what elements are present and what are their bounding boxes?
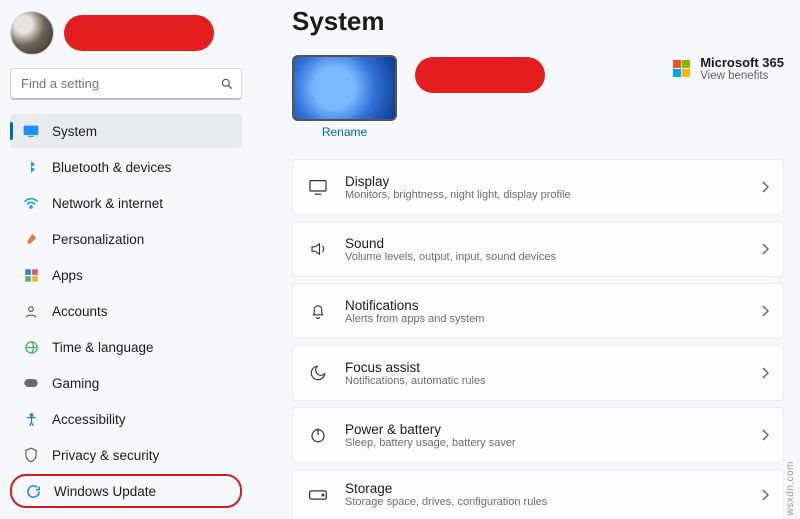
drive-icon: [307, 488, 329, 502]
sidebar-item-label: Bluetooth & devices: [52, 160, 171, 175]
rename-link[interactable]: Rename: [322, 125, 367, 139]
sidebar-item-system[interactable]: System: [10, 114, 242, 148]
setting-title: Focus assist: [345, 360, 486, 375]
setting-item-storage[interactable]: Storage Storage space, drives, configura…: [292, 469, 784, 519]
sidebar-item-label: Apps: [52, 268, 83, 283]
setting-sub: Sleep, battery usage, battery saver: [345, 437, 516, 449]
sidebar-item-label: Time & language: [52, 340, 154, 355]
ms365-sub: View benefits: [700, 70, 784, 82]
profile-row: [10, 8, 242, 58]
main-pane: System Rename Microsoft 365 View benefit…: [292, 0, 796, 516]
chevron-right-icon: [761, 429, 769, 441]
sidebar-item-label: Personalization: [52, 232, 144, 247]
sidebar-item-label: Gaming: [52, 376, 99, 391]
bell-icon: [307, 301, 329, 321]
setting-sub: Monitors, brightness, night light, displ…: [345, 189, 571, 201]
bluetooth-icon: [22, 159, 40, 175]
sidebar-item-time-language[interactable]: Time & language: [10, 330, 242, 364]
search: [10, 68, 242, 100]
setting-sub: Storage space, drives, configuration rul…: [345, 496, 547, 508]
sidebar-item-label: Network & internet: [52, 196, 163, 211]
display-icon: [22, 125, 40, 137]
chevron-right-icon: [761, 489, 769, 501]
setting-item-focus-assist[interactable]: Focus assist Notifications, automatic ru…: [292, 345, 784, 401]
setting-title: Power & battery: [345, 422, 516, 437]
accessibility-icon: [22, 412, 40, 427]
ms365-card[interactable]: Microsoft 365 View benefits: [673, 55, 784, 82]
sidebar-item-bluetooth[interactable]: Bluetooth & devices: [10, 150, 242, 184]
wifi-icon: [22, 196, 40, 210]
setting-title: Storage: [345, 481, 547, 496]
page-title: System: [292, 0, 796, 55]
setting-item-notifications[interactable]: Notifications Alerts from apps and syste…: [292, 283, 784, 339]
ms365-title: Microsoft 365: [700, 55, 784, 70]
sidebar-item-network[interactable]: Network & internet: [10, 186, 242, 220]
sidebar-item-label: Windows Update: [54, 484, 156, 499]
chevron-right-icon: [761, 181, 769, 193]
sidebar-item-privacy-security[interactable]: Privacy & security: [10, 438, 242, 472]
power-icon: [307, 426, 329, 444]
sidebar-item-label: Accessibility: [52, 412, 126, 427]
setting-sub: Volume levels, output, input, sound devi…: [345, 251, 556, 263]
setting-item-display[interactable]: Display Monitors, brightness, night ligh…: [292, 159, 784, 215]
person-icon: [22, 304, 40, 319]
watermark: wsxdn.com: [785, 461, 796, 516]
gamepad-icon: [22, 377, 40, 389]
device-tile: Rename: [292, 55, 397, 139]
moon-icon: [307, 364, 329, 382]
device-thumbnail[interactable]: [292, 55, 397, 121]
chevron-right-icon: [761, 367, 769, 379]
search-input[interactable]: [10, 68, 242, 100]
setting-sub: Notifications, automatic rules: [345, 375, 486, 387]
sidebar-item-gaming[interactable]: Gaming: [10, 366, 242, 400]
sidebar-item-personalization[interactable]: Personalization: [10, 222, 242, 256]
sidebar-item-apps[interactable]: Apps: [10, 258, 242, 292]
sidebar-item-windows-update[interactable]: Windows Update: [10, 474, 242, 508]
brush-icon: [22, 231, 40, 247]
chevron-right-icon: [761, 305, 769, 317]
sidebar-item-label: Privacy & security: [52, 448, 159, 463]
settings-list: Display Monitors, brightness, night ligh…: [292, 159, 796, 519]
setting-title: Sound: [345, 236, 556, 251]
setting-item-power-battery[interactable]: Power & battery Sleep, battery usage, ba…: [292, 407, 784, 463]
setting-title: Display: [345, 174, 571, 189]
avatar[interactable]: [10, 11, 54, 55]
sidebar-nav: System Bluetooth & devices Network & int…: [10, 114, 242, 508]
device-hero: Rename Microsoft 365 View benefits: [292, 55, 796, 139]
sidebar-item-label: System: [52, 124, 97, 139]
shield-icon: [22, 447, 40, 463]
chevron-right-icon: [761, 243, 769, 255]
sidebar-item-accounts[interactable]: Accounts: [10, 294, 242, 328]
update-icon: [24, 484, 42, 499]
clock-globe-icon: [22, 340, 40, 355]
search-icon: [220, 77, 234, 91]
speaker-icon: [307, 240, 329, 258]
microsoft-logo-icon: [673, 60, 690, 77]
sidebar-item-label: Accounts: [52, 304, 108, 319]
setting-item-sound[interactable]: Sound Volume levels, output, input, soun…: [292, 221, 784, 277]
setting-title: Notifications: [345, 298, 484, 313]
sidebar-item-accessibility[interactable]: Accessibility: [10, 402, 242, 436]
setting-sub: Alerts from apps and system: [345, 313, 484, 325]
apps-icon: [22, 268, 40, 283]
device-name-redacted: [415, 57, 545, 93]
sidebar: System Bluetooth & devices Network & int…: [0, 0, 252, 516]
monitor-icon: [307, 179, 329, 195]
profile-name-redacted: [64, 15, 214, 51]
